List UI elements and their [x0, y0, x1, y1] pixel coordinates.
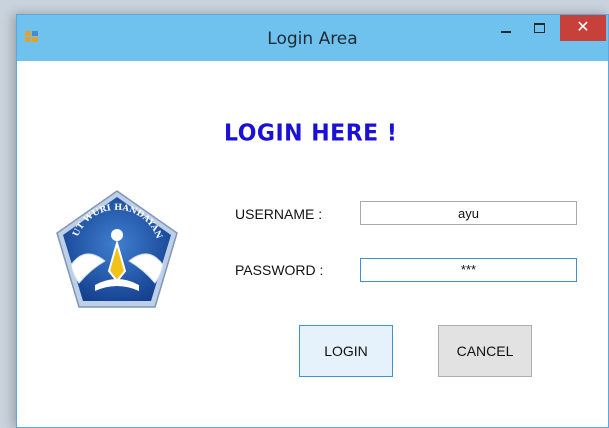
- minimize-icon: [501, 31, 511, 33]
- window-title: Login Area: [267, 29, 358, 49]
- close-button[interactable]: ✕: [560, 15, 606, 41]
- password-label: PASSWORD :: [235, 262, 324, 278]
- cancel-button[interactable]: CANCEL: [438, 325, 532, 377]
- close-icon: ✕: [576, 19, 590, 36]
- minimize-button[interactable]: [493, 15, 519, 41]
- maximize-button[interactable]: [525, 15, 553, 41]
- login-heading: LOGIN HERE !: [224, 120, 398, 147]
- tut-wuri-handayani-emblem: TUT WURI HANDAYANI: [51, 187, 178, 308]
- maximize-icon: [534, 23, 545, 33]
- login-window: Login Area ✕ LOGIN HERE ! TUT WURI HANDA…: [16, 14, 609, 428]
- title-bar[interactable]: Login Area ✕: [17, 15, 608, 61]
- login-button[interactable]: LOGIN: [299, 325, 393, 377]
- password-input[interactable]: ***: [360, 258, 577, 282]
- username-input[interactable]: [360, 201, 577, 225]
- username-label: USERNAME :: [235, 206, 323, 222]
